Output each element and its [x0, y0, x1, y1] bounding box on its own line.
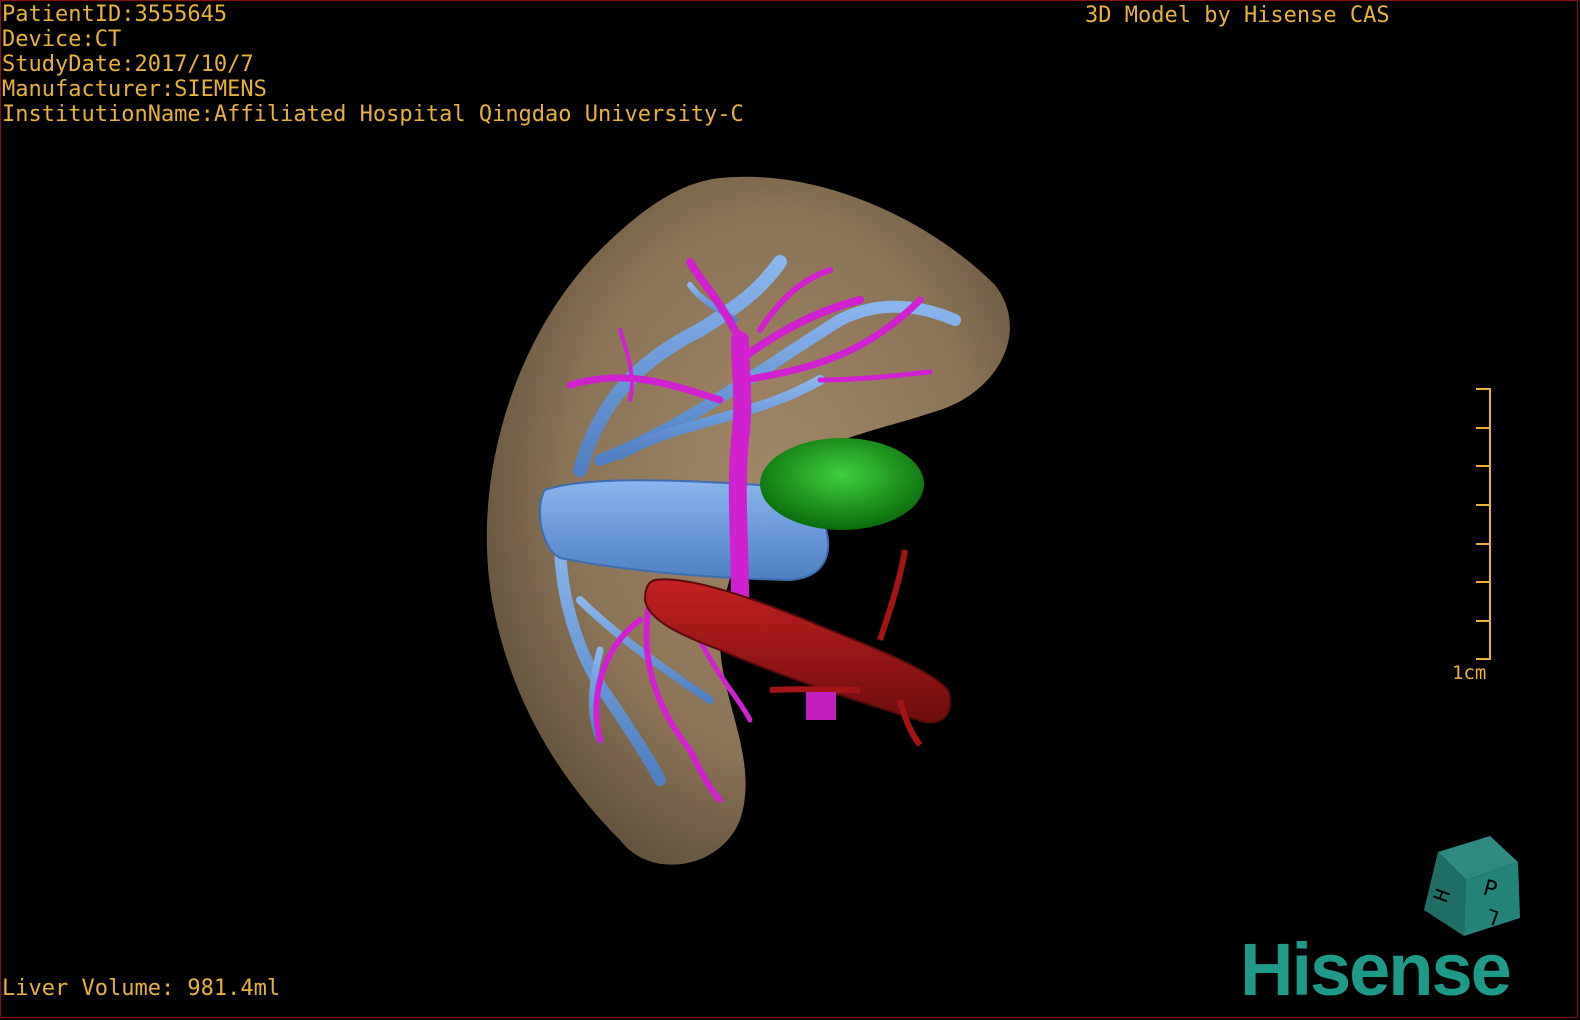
portal-stub — [806, 692, 836, 720]
scale-bar-icon — [1476, 388, 1491, 660]
patient-id: PatientID:3555645 — [2, 2, 228, 27]
liver-volume: Liver Volume: 981.4ml — [2, 976, 281, 1001]
study-date: StudyDate:2017/10/7 — [2, 52, 254, 77]
device: Device:CT — [2, 27, 122, 52]
manufacturer: Manufacturer:SIEMENS — [2, 77, 267, 102]
orientation-cube-icon[interactable]: P H L — [1420, 832, 1530, 942]
3d-viewport[interactable] — [0, 0, 1580, 1020]
dicom-info-overlay: PatientID:3555645 Device:CT StudyDate:20… — [2, 2, 744, 127]
model-credit: 3D Model by Hisense CAS — [1085, 3, 1390, 28]
institution-name: InstitutionName:Affiliated Hospital Qing… — [2, 102, 744, 127]
hisense-logo: Hisense — [1240, 928, 1512, 1011]
scale-label: 1cm — [1452, 662, 1487, 684]
tumor-model — [760, 438, 924, 530]
